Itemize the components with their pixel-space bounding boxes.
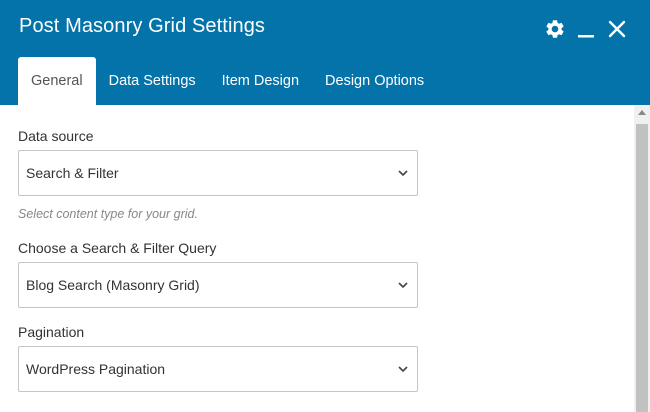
minimize-icon[interactable] [575, 18, 597, 40]
chevron-down-icon [398, 366, 408, 373]
scroll-up-arrow-icon[interactable] [634, 109, 650, 121]
data-source-group: Data source Search & Filter Select conte… [18, 128, 418, 221]
window-header: Post Masonry Grid Settings General Data … [0, 0, 650, 105]
tab-design-options[interactable]: Design Options [312, 57, 437, 105]
query-value: Blog Search (Masonry Grid) [26, 277, 200, 293]
chevron-down-icon [398, 170, 408, 177]
tab-item-design[interactable]: Item Design [209, 57, 312, 105]
data-source-hint: Select content type for your grid. [18, 207, 198, 221]
tab-data-settings[interactable]: Data Settings [96, 57, 209, 105]
query-group: Choose a Search & Filter Query Blog Sear… [18, 240, 418, 308]
window-controls [544, 16, 628, 42]
data-source-select[interactable]: Search & Filter [18, 150, 418, 196]
window-title: Post Masonry Grid Settings [19, 15, 266, 37]
scrollbar-thumb[interactable] [636, 124, 648, 412]
gear-icon[interactable] [544, 18, 566, 40]
data-source-label: Data source [18, 128, 94, 144]
pagination-value: WordPress Pagination [26, 361, 166, 377]
vertical-scrollbar[interactable] [634, 105, 650, 412]
pagination-group: Pagination WordPress Pagination [18, 324, 418, 392]
query-select[interactable]: Blog Search (Masonry Grid) [18, 262, 418, 308]
tab-bar: General Data Settings Item Design Design… [18, 57, 437, 105]
pagination-select[interactable]: WordPress Pagination [18, 346, 418, 392]
pagination-label: Pagination [18, 324, 85, 340]
chevron-down-icon [398, 282, 408, 289]
data-source-value: Search & Filter [26, 165, 119, 181]
tab-general[interactable]: General [18, 57, 96, 105]
settings-panel: Data source Search & Filter Select conte… [0, 105, 634, 412]
query-label: Choose a Search & Filter Query [18, 240, 217, 256]
close-icon[interactable] [606, 18, 628, 40]
